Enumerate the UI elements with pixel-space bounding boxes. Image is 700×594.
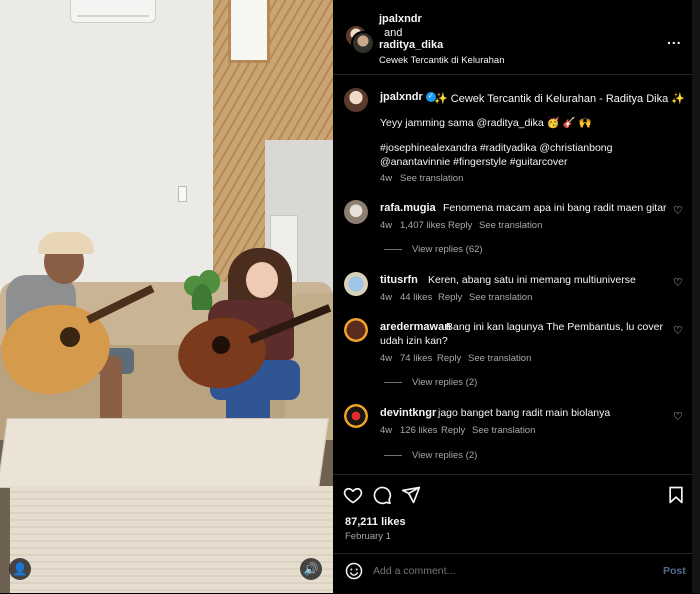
post-video[interactable]: 👤 🔊 — [0, 0, 333, 593]
avatar[interactable] — [344, 404, 368, 428]
view-replies-button[interactable]: View replies (2) — [412, 377, 477, 388]
comment-username[interactable]: rafa.mugia — [380, 202, 436, 214]
see-translation-link[interactable]: See translation — [400, 173, 463, 184]
video-man-cap — [38, 232, 94, 254]
video-table-top — [0, 418, 329, 488]
see-translation-link[interactable]: See translation — [479, 220, 542, 231]
heart-icon[interactable] — [343, 485, 363, 505]
comment-text: Keren, abang satu ini memang multiuniver… — [428, 274, 636, 286]
comment-like-heart-icon[interactable]: ♡ — [673, 276, 683, 289]
see-translation-link[interactable]: See translation — [468, 353, 531, 364]
action-bar — [333, 474, 692, 555]
video-wall — [0, 0, 215, 300]
video-air-conditioner — [70, 0, 156, 23]
speaker-icon: 🔊 — [303, 562, 319, 576]
video-table-front — [10, 486, 333, 593]
comment-username[interactable]: devintkngr — [380, 407, 436, 419]
video-light-switch — [178, 186, 187, 202]
post-date: February 1 — [345, 531, 391, 542]
video-window — [228, 0, 270, 63]
comment-username[interactable]: aredermawan — [380, 321, 451, 333]
avatar[interactable] — [344, 272, 368, 296]
see-translation-link[interactable]: See translation — [469, 292, 532, 303]
user-icon: 👤 — [12, 562, 28, 576]
reply-button[interactable]: Reply — [438, 292, 462, 303]
caption-hashtags[interactable]: #josephinealexandra #radityadika @christ… — [380, 142, 612, 154]
comment-likes[interactable]: 126 likes — [400, 425, 438, 436]
caption-hashtags[interactable]: @anantavinnie #fingerstyle #guitarcover — [380, 156, 568, 168]
comment-like-heart-icon[interactable]: ♡ — [673, 410, 683, 423]
comment-like-heart-icon[interactable]: ♡ — [673, 324, 683, 337]
caption-text: Yeyy jamming sama @raditya_dika 🥳 🎸 🙌 — [380, 117, 592, 129]
comment-text: Bang ini kan lagunya The Pembantus, lu c… — [446, 321, 663, 333]
reply-button[interactable]: Reply — [437, 353, 461, 364]
add-comment-bar: Post — [333, 553, 692, 594]
comment-icon[interactable] — [372, 485, 392, 505]
sound-toggle-button[interactable]: 🔊 — [300, 558, 322, 580]
like-count[interactable]: 87,211 likes — [345, 516, 406, 528]
collaborator-username[interactable]: raditya_dika — [379, 39, 443, 51]
comment-time: 4w — [380, 425, 393, 436]
avatar[interactable] — [344, 318, 368, 342]
view-replies-button[interactable]: View replies (62) — [412, 244, 483, 255]
comment-likes[interactable]: 1,407 likes — [400, 220, 445, 231]
caption-username-text: jpalxndr — [380, 91, 423, 103]
avatar[interactable] — [344, 200, 368, 224]
comment-time: 4w — [380, 353, 393, 364]
comment-likes[interactable]: 44 likes — [400, 292, 432, 303]
more-options-icon[interactable]: ... — [667, 31, 682, 47]
tagged-users-button[interactable]: 👤 — [9, 558, 31, 580]
video-guitar-soundhole-right — [212, 336, 230, 354]
send-icon[interactable] — [401, 485, 421, 505]
and-text: and — [384, 27, 403, 39]
caption-title: ✨ Cewek Tercantik di Kelurahan - Raditya… — [434, 93, 685, 105]
comment-text: jago banget bang radit main biolanya — [438, 407, 611, 419]
comment-text: udah izin kan? — [380, 335, 448, 347]
author-username[interactable]: jpalxndr — [379, 13, 422, 25]
caption-time: 4w — [380, 173, 393, 184]
comment-time: 4w — [380, 220, 393, 231]
comment-likes[interactable]: 74 likes — [400, 353, 432, 364]
avatar[interactable] — [344, 88, 368, 112]
post-panel: jpalxndr and raditya_dika Cewek Tercanti… — [333, 0, 700, 593]
video-woman-face — [246, 262, 278, 298]
video-guitar-soundhole-left — [60, 327, 80, 347]
post-header: jpalxndr and raditya_dika Cewek Tercanti… — [333, 0, 692, 75]
view-replies-button[interactable]: View replies (2) — [412, 450, 477, 461]
bookmark-icon[interactable] — [666, 485, 686, 505]
avatar[interactable] — [351, 31, 375, 55]
emoji-icon[interactable] — [345, 562, 363, 580]
see-translation-link[interactable]: See translation — [472, 425, 535, 436]
post-comment-button[interactable]: Post — [663, 565, 686, 577]
comment-username[interactable]: titusrfn — [380, 274, 418, 286]
add-comment-input[interactable] — [373, 565, 623, 577]
comment-like-heart-icon[interactable]: ♡ — [673, 204, 683, 217]
view-replies-line — [384, 382, 402, 383]
reply-button[interactable]: Reply — [441, 425, 465, 436]
view-replies-line — [384, 249, 402, 250]
background-page-edge — [692, 0, 700, 593]
comment-text: Fenomena macam apa ini bang radit maen g… — [443, 202, 667, 214]
comment-time: 4w — [380, 292, 393, 303]
reply-button[interactable]: Reply — [448, 220, 472, 231]
view-replies-line — [384, 455, 402, 456]
caption-username[interactable]: jpalxndr ✓ — [380, 91, 436, 103]
audio-title[interactable]: Cewek Tercantik di Kelurahan — [379, 55, 505, 66]
